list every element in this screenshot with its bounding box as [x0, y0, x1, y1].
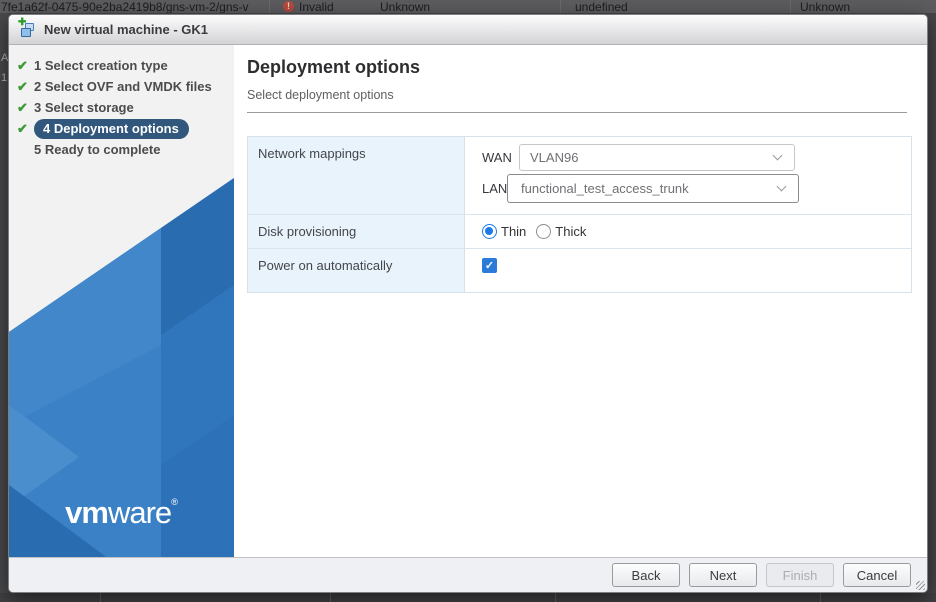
- power-on-checkbox[interactable]: ✓: [482, 258, 497, 273]
- background-host: undefined: [575, 0, 628, 13]
- step-ready-to-complete[interactable]: 5 Ready to complete: [17, 139, 234, 160]
- finish-button[interactable]: Finish: [766, 563, 834, 587]
- wizard-content-pane: Deployment options Select deployment opt…: [234, 45, 927, 557]
- step-select-creation-type[interactable]: ✔ 1 Select creation type: [17, 55, 234, 76]
- chevron-down-icon: [772, 150, 783, 160]
- check-icon: ✔: [17, 57, 28, 73]
- background-status: Invalid: [299, 0, 334, 13]
- column-divider: [330, 593, 331, 602]
- step-label: Select OVF and VMDK files: [44, 79, 212, 94]
- background-vm-id: 7fe1a62f-0475-90e2ba2419b8/gns-vm-2/gns-…: [1, 0, 249, 13]
- step-label: Select creation type: [44, 58, 168, 73]
- wizard-sidebar: ✔ 1 Select creation type ✔ 2 Select OVF …: [9, 45, 234, 559]
- vmware-logo: vmware®: [65, 495, 178, 530]
- step-select-storage[interactable]: ✔ 3 Select storage: [17, 97, 234, 118]
- thin-radio[interactable]: [482, 224, 497, 239]
- thin-radio-label: Thin: [501, 224, 527, 239]
- background-bottom-strip: [0, 593, 936, 602]
- wan-selected-value: VLAN96: [530, 150, 579, 165]
- resize-grip[interactable]: [916, 581, 925, 590]
- header-divider: [247, 112, 907, 113]
- thick-radio[interactable]: [536, 224, 552, 239]
- column-divider: [560, 0, 561, 13]
- cancel-button[interactable]: Cancel: [843, 563, 911, 587]
- page-subtitle: Select deployment options: [247, 88, 394, 102]
- check-icon: ✔: [17, 120, 28, 136]
- column-divider: [790, 0, 791, 13]
- lan-network-select[interactable]: functional_test_access_trunk: [507, 174, 799, 203]
- disk-provisioning-row: Disk provisioning Thin Thick: [248, 215, 911, 249]
- lan-selected-value: functional_test_access_trunk: [521, 181, 689, 196]
- column-divider: [269, 0, 270, 13]
- disk-provisioning-label: Disk provisioning: [248, 215, 465, 248]
- background-guest-os: Unknown: [380, 0, 431, 13]
- step-deployment-options[interactable]: ✔ 4 Deployment options: [17, 118, 234, 139]
- warning-icon: !: [283, 1, 294, 12]
- step-label: Deployment options: [53, 120, 179, 136]
- page-title: Deployment options: [247, 57, 421, 77]
- wan-mapping-field: WAN VLAN96: [482, 144, 911, 171]
- new-vm-wizard-dialog: ✚ New virtual machine - GK1 ✔ 1 Select c…: [8, 14, 928, 593]
- new-vm-icon: ✚: [18, 17, 36, 38]
- step-label: Ready to complete: [44, 142, 161, 157]
- dialog-title-bar[interactable]: ✚ New virtual machine - GK1: [9, 15, 927, 45]
- column-divider: [100, 593, 101, 602]
- deployment-options-form: Network mappings WAN VLAN96 LAN function…: [247, 136, 912, 293]
- column-divider: [820, 593, 821, 602]
- wizard-footer: Back Next Finish Cancel: [9, 557, 927, 592]
- step-select-ovf-vmdk[interactable]: ✔ 2 Select OVF and VMDK files: [17, 76, 234, 97]
- power-on-row: Power on automatically ✓: [248, 249, 911, 292]
- background-host-status: Unknown: [800, 0, 851, 13]
- dialog-title: New virtual machine - GK1: [44, 22, 208, 37]
- thick-radio-label: Thick: [555, 224, 587, 239]
- step-label: Select storage: [44, 100, 134, 115]
- back-button[interactable]: Back: [612, 563, 680, 587]
- next-button[interactable]: Next: [689, 563, 757, 587]
- background-text-fragment: A: [1, 52, 8, 64]
- chevron-down-icon: [776, 181, 787, 191]
- power-on-label: Power on automatically: [248, 249, 465, 292]
- background-table-row: 7fe1a62f-0475-90e2ba2419b8/gns-vm-2/gns-…: [0, 0, 936, 13]
- wizard-step-list: ✔ 1 Select creation type ✔ 2 Select OVF …: [9, 45, 234, 160]
- network-mappings-row: Network mappings WAN VLAN96 LAN function…: [248, 137, 911, 215]
- column-divider: [555, 593, 556, 602]
- check-icon: ✔: [17, 99, 28, 115]
- background-left-strip: A 1: [0, 13, 8, 593]
- lan-mapping-field: LAN functional_test_access_trunk: [482, 174, 911, 203]
- network-mappings-label: Network mappings: [248, 137, 465, 214]
- background-text-fragment: 1: [1, 72, 8, 84]
- wan-label: WAN: [482, 150, 512, 165]
- wan-network-select[interactable]: VLAN96: [519, 144, 795, 171]
- check-icon: ✔: [17, 78, 28, 94]
